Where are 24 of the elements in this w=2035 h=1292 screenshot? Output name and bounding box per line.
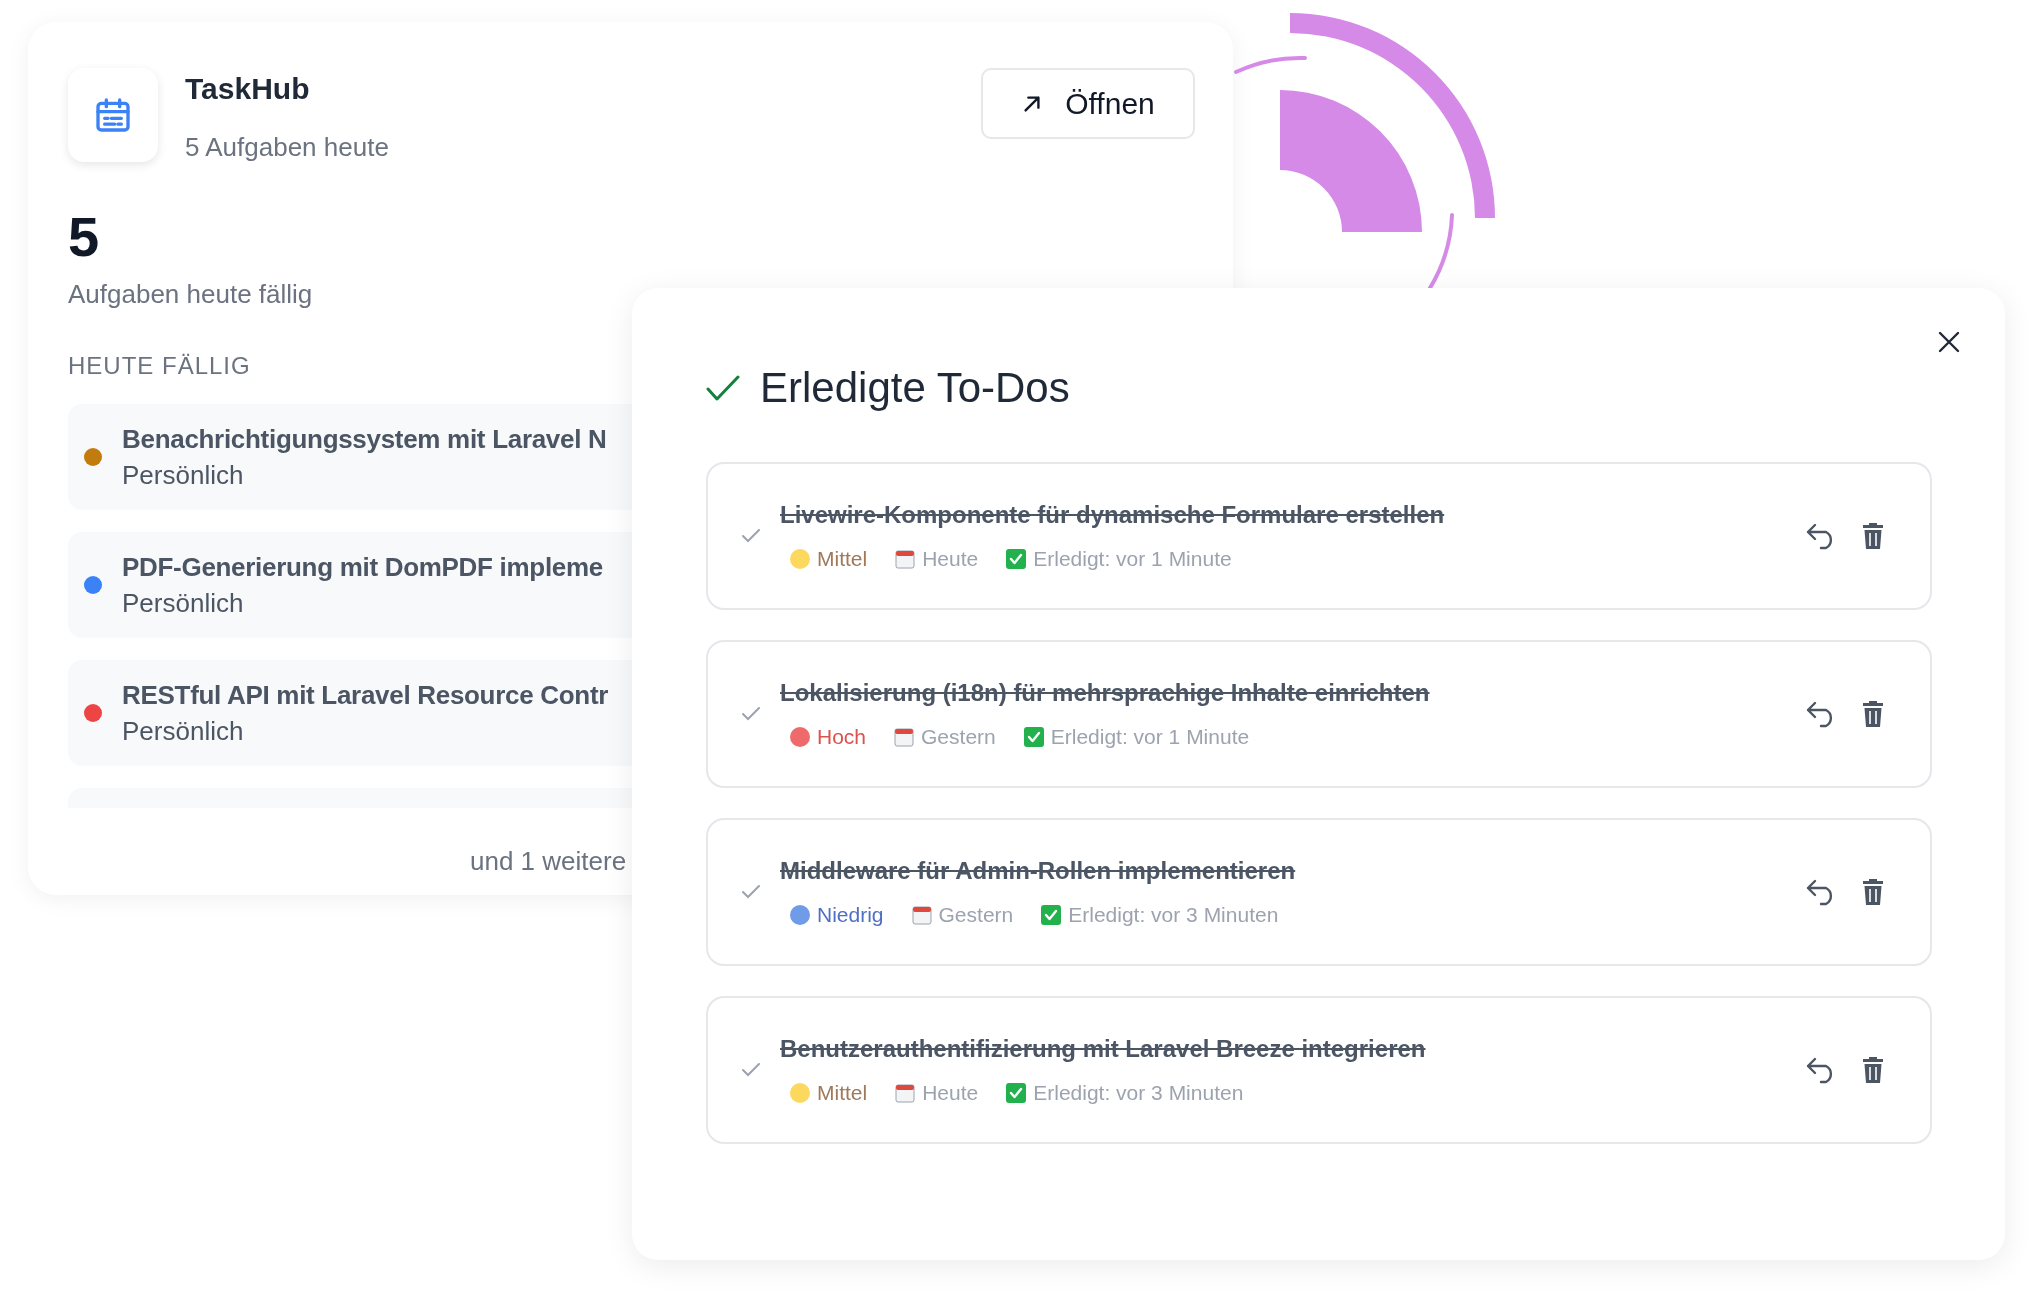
task-category: Persönlich [122, 715, 244, 748]
completed-time: Erledigt: vor 3 Minuten [1068, 903, 1279, 927]
due-date: Gestern [938, 903, 1014, 927]
due-date: Heute [922, 547, 979, 571]
task-title: RESTful API mit Laravel Resource Contr [122, 679, 609, 712]
task-title: PDF-Generierung mit DomPDF impleme [122, 551, 603, 584]
due-date: Heute [922, 1081, 979, 1105]
priority-label: Mittel [817, 547, 868, 571]
priority-label: Mittel [817, 1081, 868, 1105]
app-name: TaskHub [185, 72, 311, 106]
priority-label: Niedrig [817, 903, 884, 927]
task-title: Benutzerauthentifizierung mit Laravel Breeze integrieren [780, 1035, 1426, 1063]
task-title: Benachrichtigungssystem mit Laravel N [122, 423, 607, 456]
task-category: Persönlich [122, 587, 244, 620]
count-label: Aufgaben heute fällig [68, 279, 313, 310]
completed-time: Erledigt: vor 3 Minuten [1033, 1081, 1244, 1105]
app-subtitle: 5 Aufgaben heute [185, 132, 389, 163]
more-tasks-text: und 1 weitere [470, 846, 627, 877]
due-date: Gestern [921, 725, 996, 749]
task-count: 5 [68, 209, 100, 265]
section-heading: HEUTE FÄLLIG [68, 352, 251, 380]
task-title: Middleware für Admin-Rollen implementieren [780, 857, 1296, 885]
priority-label: Hoch [817, 725, 867, 749]
task-category: Persönlich [122, 459, 244, 492]
